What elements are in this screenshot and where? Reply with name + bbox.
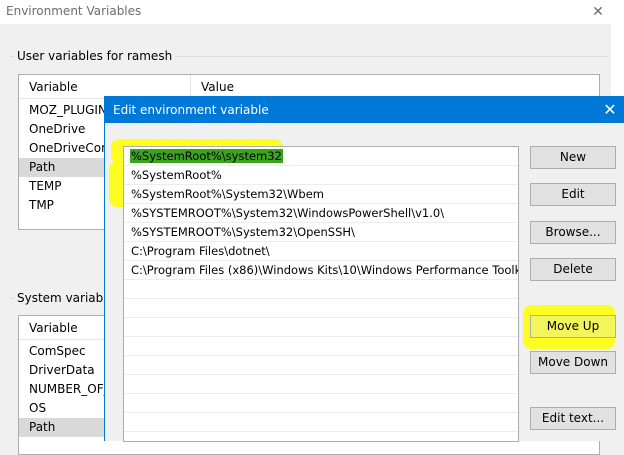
title-bar: Edit environment variable ✕: [105, 97, 624, 123]
path-item-empty[interactable]: [124, 394, 518, 413]
list-item[interactable]: TEMP: [19, 177, 105, 196]
path-text: %SystemRoot%: [131, 168, 222, 182]
list-item[interactable]: ComSpec: [19, 342, 105, 361]
move-up-button[interactable]: Move Up: [530, 315, 616, 338]
path-text: %SystemRoot%\System32\Wbem: [131, 187, 325, 201]
delete-button[interactable]: Delete: [530, 258, 616, 281]
move-down-button[interactable]: Move Down: [530, 351, 616, 374]
path-item-empty[interactable]: [124, 280, 518, 299]
list-item[interactable]: TMP: [19, 196, 105, 215]
list-item[interactable]: OS: [19, 399, 105, 418]
list-item[interactable]: OneDriveCons: [19, 139, 105, 158]
path-item[interactable]: %SystemRoot%\System32\Wbem: [124, 185, 518, 204]
path-item-empty[interactable]: [124, 318, 518, 337]
path-item-empty[interactable]: [124, 413, 518, 432]
edit-text-button[interactable]: Edit text...: [530, 407, 616, 430]
list-item[interactable]: DriverData: [19, 361, 105, 380]
edit-environment-variable-dialog: Edit environment variable ✕ %SystemRoot%…: [104, 96, 624, 442]
path-item-selected[interactable]: %SystemRoot%\system32: [124, 147, 518, 166]
list-item-selected[interactable]: Path: [19, 418, 105, 437]
new-button[interactable]: New: [530, 146, 616, 169]
path-item[interactable]: %SYSTEMROOT%\System32\WindowsPowerShell\…: [124, 204, 518, 223]
path-item[interactable]: C:\Program Files (x86)\Windows Kits\10\W…: [124, 261, 518, 280]
browse-button[interactable]: Browse...: [530, 221, 616, 244]
title-bar: Environment Variables ✕: [0, 0, 624, 24]
path-item[interactable]: %SYSTEMROOT%\System32\OpenSSH\: [124, 223, 518, 242]
list-item[interactable]: OneDrive: [19, 120, 105, 139]
user-variables-label: User variables for ramesh: [14, 49, 176, 63]
path-item-empty[interactable]: [124, 375, 518, 394]
path-item-empty[interactable]: [124, 299, 518, 318]
path-list[interactable]: %SystemRoot%\system32 %SystemRoot% %Syst…: [123, 146, 519, 442]
path-text: %SYSTEMROOT%\System32\OpenSSH\: [131, 225, 355, 239]
close-icon[interactable]: ✕: [586, 0, 610, 24]
path-text: C:\Program Files\dotnet\: [131, 244, 270, 258]
list-item[interactable]: MOZ_PLUGIN_: [19, 101, 105, 120]
dialog-title: Edit environment variable: [113, 103, 269, 117]
path-text: %SystemRoot%\system32: [130, 149, 283, 163]
window-title: Environment Variables: [6, 4, 142, 18]
path-text: C:\Program Files (x86)\Windows Kits\10\W…: [131, 263, 519, 277]
path-item[interactable]: C:\Program Files\dotnet\: [124, 242, 518, 261]
path-text: %SYSTEMROOT%\System32\WindowsPowerShell\…: [131, 206, 445, 220]
close-icon[interactable]: ✕: [599, 99, 621, 121]
path-item-empty[interactable]: [124, 356, 518, 375]
path-item-empty[interactable]: [124, 337, 518, 356]
list-item-selected[interactable]: Path: [19, 158, 105, 177]
list-item[interactable]: NUMBER_OF_: [19, 380, 105, 399]
edit-button[interactable]: Edit: [530, 183, 616, 206]
path-item[interactable]: %SystemRoot%: [124, 166, 518, 185]
